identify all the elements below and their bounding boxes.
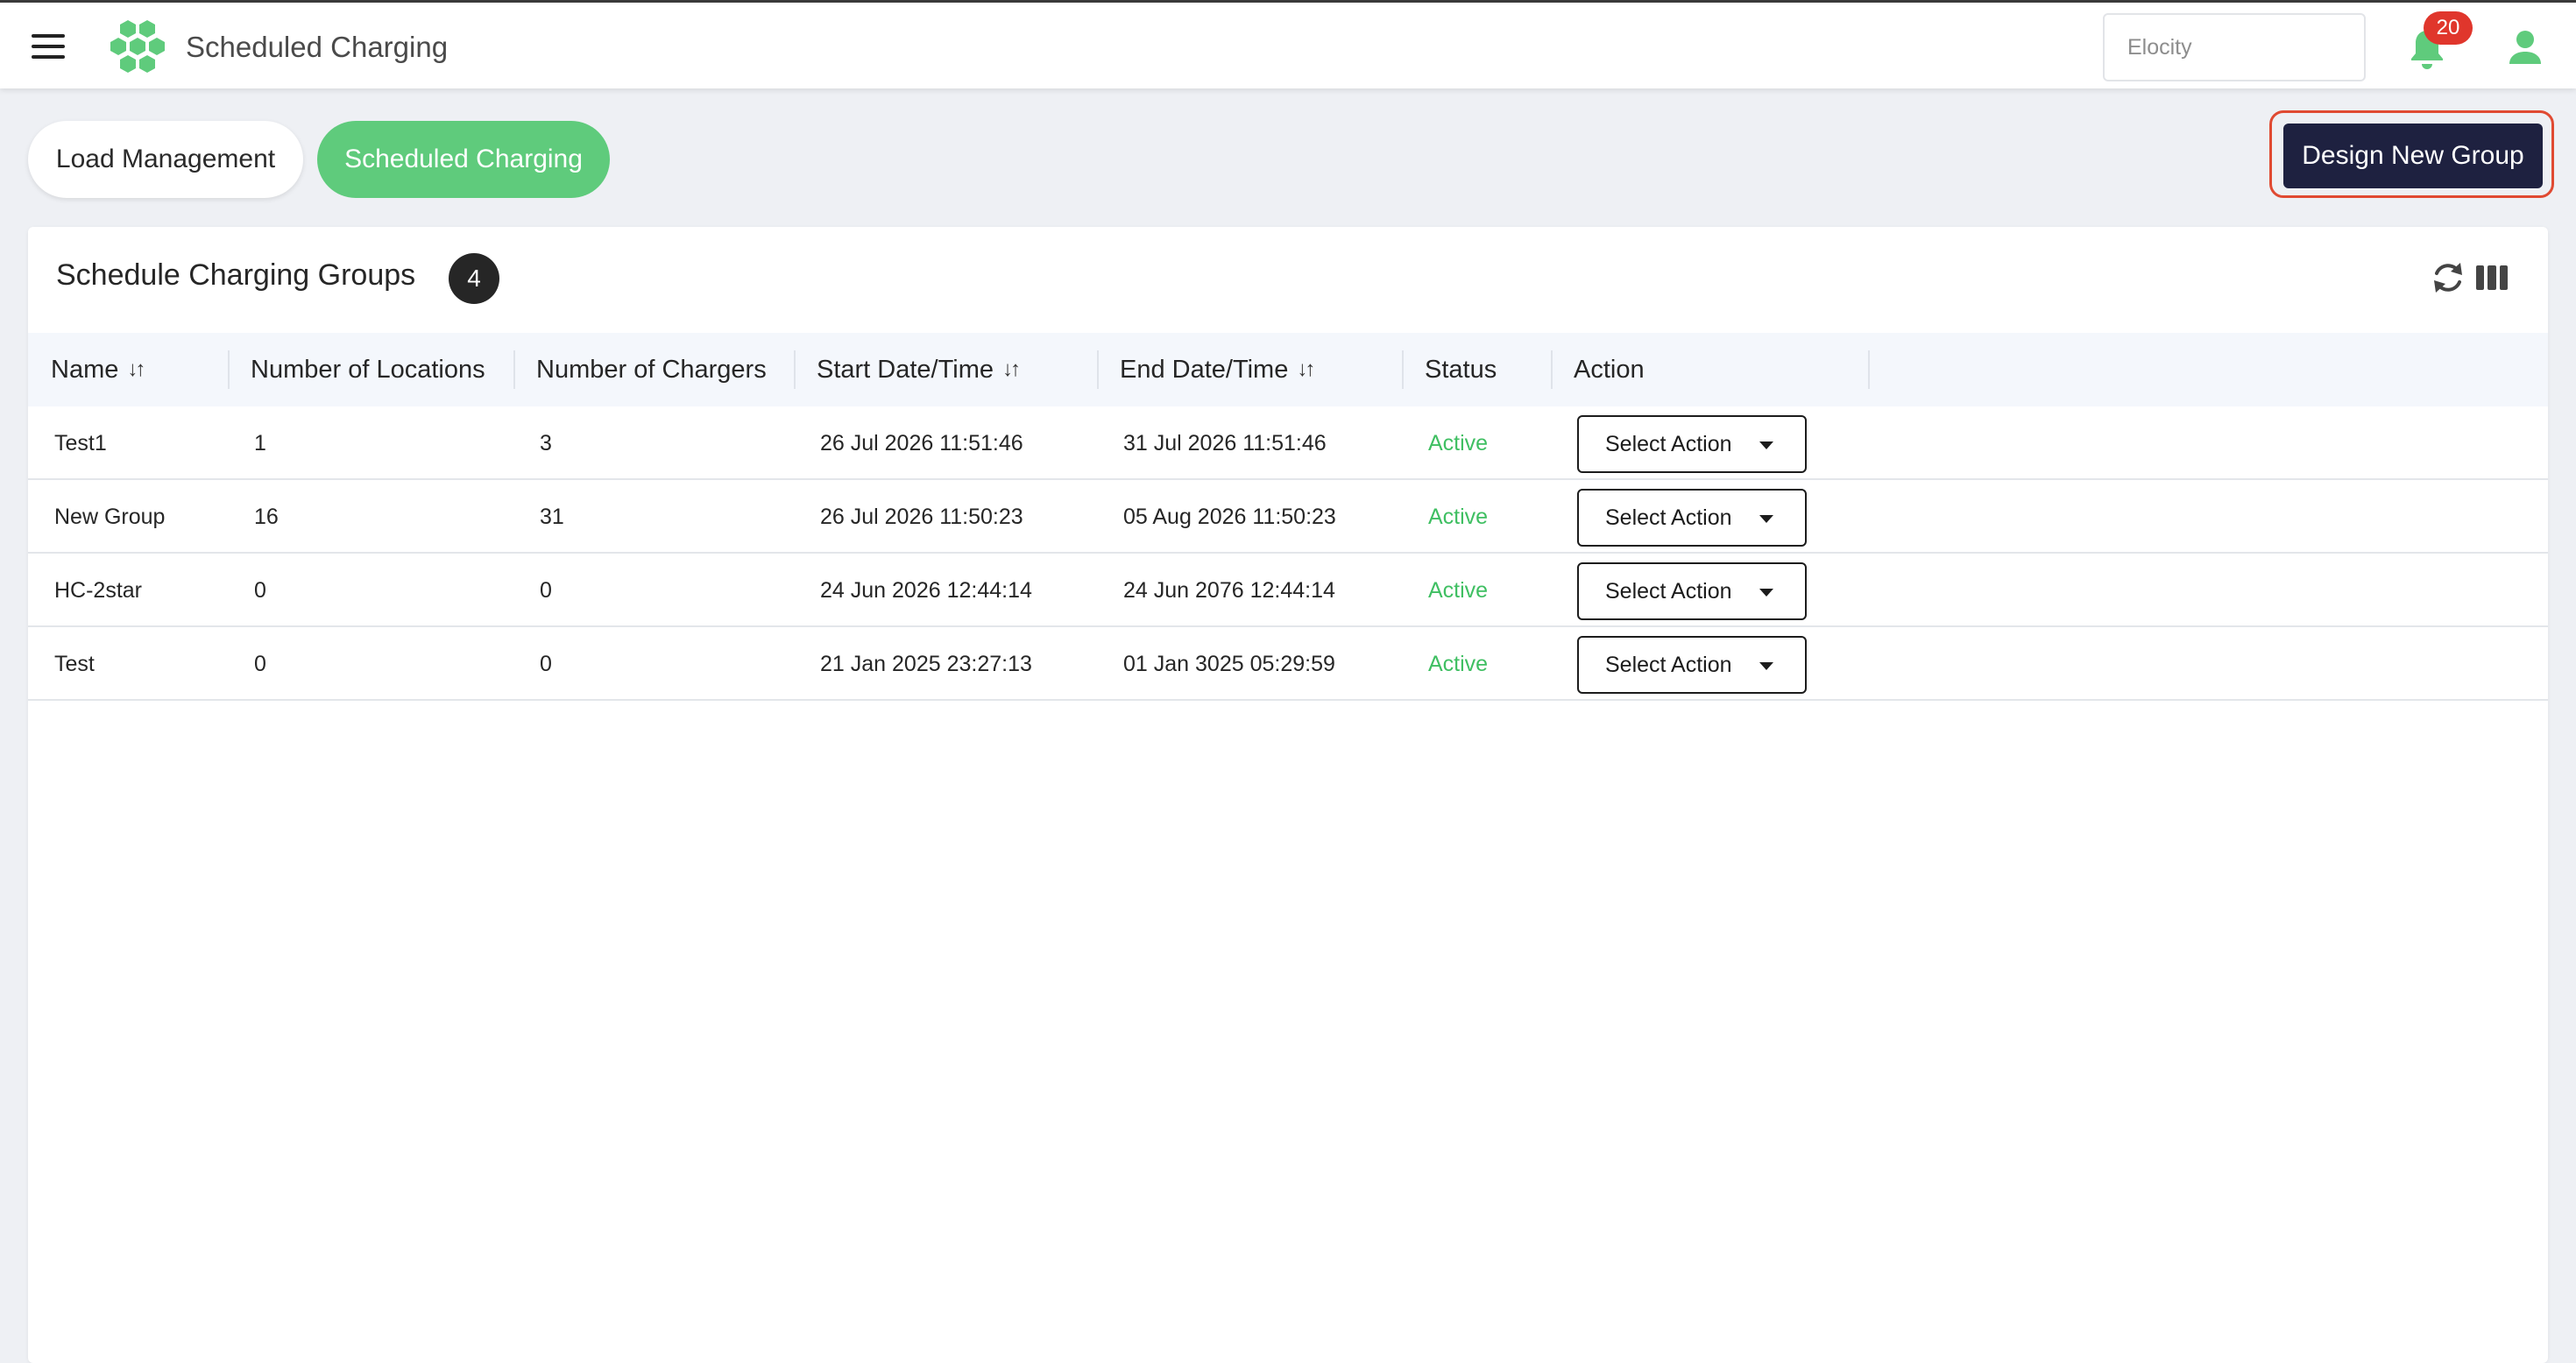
table-row: Test 0 0 21 Jan 2025 23:27:13 01 Jan 302…	[28, 627, 2548, 701]
cell-end: 05 Aug 2026 11:50:23	[1123, 504, 1336, 529]
status-badge: Active	[1428, 430, 1489, 456]
column-divider	[1551, 350, 1553, 389]
status-badge: Active	[1428, 504, 1489, 529]
tab-scheduled-charging[interactable]: Scheduled Charging	[317, 121, 610, 198]
cell-start: 26 Jul 2026 11:50:23	[820, 504, 1023, 529]
caret-down-icon	[1759, 662, 1773, 670]
notification-badge: 20	[2424, 11, 2473, 45]
column-divider	[1868, 350, 1870, 389]
column-label: Status	[1425, 355, 1497, 384]
status-badge: Active	[1428, 651, 1489, 676]
cell-chargers: 0	[540, 577, 552, 603]
cell-end: 31 Jul 2026 11:51:46	[1123, 430, 1327, 456]
page-title: Scheduled Charging	[186, 31, 449, 63]
column-header-end[interactable]: End Date/Time ↓↑	[1120, 333, 1315, 406]
column-label: Start Date/Time	[817, 355, 994, 384]
column-header-locations: Number of Locations	[251, 333, 485, 406]
table-row: New Group 16 31 26 Jul 2026 11:50:23 05 …	[28, 480, 2548, 554]
groups-card: Schedule Charging Groups 4 Name ↓↑ Numbe…	[28, 227, 2548, 1363]
cell-locations: 0	[254, 577, 266, 603]
status-badge: Active	[1428, 577, 1489, 603]
sort-icon[interactable]: ↓↑	[1297, 357, 1315, 382]
cell-locations: 1	[254, 430, 266, 456]
table-header: Name ↓↑ Number of Locations Number of Ch…	[28, 333, 2548, 406]
select-action-label: Select Action	[1605, 578, 1732, 604]
table-row: HC-2star 0 0 24 Jun 2026 12:44:14 24 Jun…	[28, 554, 2548, 627]
column-divider	[794, 350, 796, 389]
select-action-label: Select Action	[1605, 431, 1732, 456]
cell-chargers: 31	[540, 504, 564, 529]
select-action-label: Select Action	[1605, 652, 1732, 677]
count-badge: 4	[449, 253, 499, 304]
column-divider	[1097, 350, 1099, 389]
search-input[interactable]	[2127, 34, 2341, 60]
column-label: End Date/Time	[1120, 355, 1289, 384]
select-action-dropdown[interactable]: Select Action	[1577, 636, 1807, 694]
cell-start: 21 Jan 2025 23:27:13	[820, 651, 1032, 676]
cell-chargers: 3	[540, 430, 552, 456]
logo-hexagons-icon	[110, 20, 165, 73]
cell-locations: 16	[254, 504, 279, 529]
design-new-group-button[interactable]: Design New Group	[2283, 124, 2543, 188]
column-label: Action	[1574, 355, 1645, 384]
caret-down-icon	[1759, 441, 1773, 449]
cell-locations: 0	[254, 651, 266, 676]
cell-name: Test1	[54, 430, 107, 456]
column-header-chargers: Number of Chargers	[536, 333, 767, 406]
user-icon[interactable]	[2508, 29, 2543, 66]
select-action-dropdown[interactable]: Select Action	[1577, 415, 1807, 473]
caret-down-icon	[1759, 515, 1773, 523]
cell-end: 24 Jun 2076 12:44:14	[1123, 577, 1335, 603]
column-divider	[1402, 350, 1404, 389]
cell-name: New Group	[54, 504, 166, 529]
column-divider	[513, 350, 515, 389]
cell-name: Test	[54, 651, 95, 676]
column-label: Number of Chargers	[536, 355, 767, 384]
tab-load-management[interactable]: Load Management	[28, 121, 303, 198]
select-action-dropdown[interactable]: Select Action	[1577, 489, 1807, 547]
caret-down-icon	[1759, 589, 1773, 597]
column-divider	[228, 350, 230, 389]
menu-icon[interactable]	[32, 34, 65, 59]
cell-start: 26 Jul 2026 11:51:46	[820, 430, 1023, 456]
column-header-name[interactable]: Name ↓↑	[51, 333, 145, 406]
sort-icon[interactable]: ↓↑	[1002, 357, 1021, 382]
search-field[interactable]	[2103, 13, 2366, 81]
top-bar: Scheduled Charging 20	[0, 0, 2576, 88]
select-action-dropdown[interactable]: Select Action	[1577, 562, 1807, 620]
cell-end: 01 Jan 3025 05:29:59	[1123, 651, 1335, 676]
column-header-status: Status	[1425, 333, 1497, 406]
column-header-action: Action	[1574, 333, 1645, 406]
table-row: Test1 1 3 26 Jul 2026 11:51:46 31 Jul 20…	[28, 406, 2548, 480]
column-label: Name	[51, 355, 119, 384]
columns-icon[interactable]	[2476, 265, 2508, 290]
sort-icon[interactable]: ↓↑	[127, 357, 145, 382]
card-title: Schedule Charging Groups	[56, 258, 416, 292]
column-header-start[interactable]: Start Date/Time ↓↑	[817, 333, 1021, 406]
select-action-label: Select Action	[1605, 505, 1732, 530]
refresh-icon[interactable]	[2431, 259, 2466, 296]
cell-chargers: 0	[540, 651, 552, 676]
cell-name: HC-2star	[54, 577, 143, 603]
cell-start: 24 Jun 2026 12:44:14	[820, 577, 1032, 603]
column-label: Number of Locations	[251, 355, 485, 384]
